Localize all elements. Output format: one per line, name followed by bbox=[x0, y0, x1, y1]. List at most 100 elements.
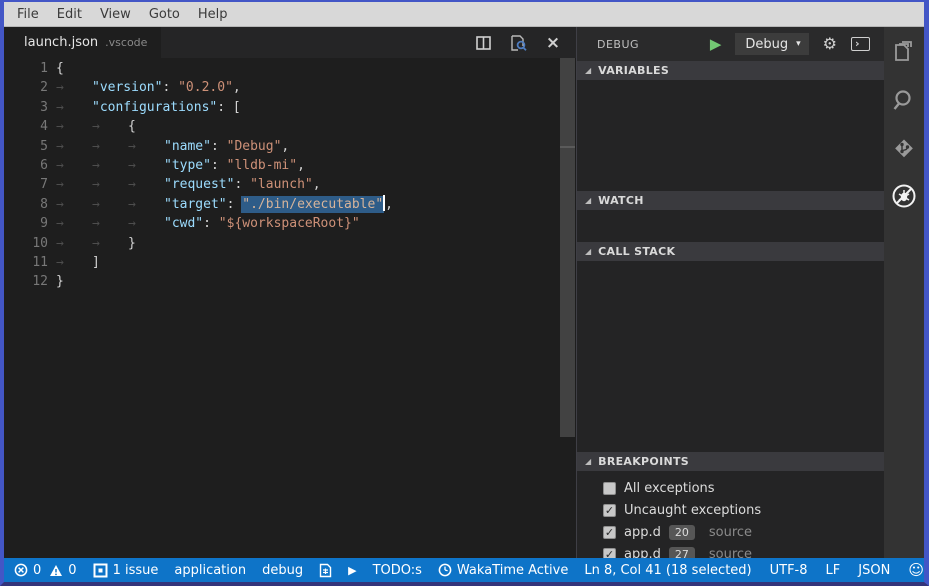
line-number: 3 bbox=[4, 98, 48, 117]
code-line[interactable]: 9→→→"cwd": "${workspaceRoot}" bbox=[4, 214, 576, 233]
selected-text: "./bin/executable" bbox=[242, 197, 383, 212]
breakpoint-label: Uncaught exceptions bbox=[624, 503, 761, 518]
error-count: 0 bbox=[33, 563, 41, 578]
debug-sidebar: DEBUG ▶ Debug ▾ ⚙ › ◢ VARIABLES ◢ WATCH bbox=[576, 27, 884, 558]
section-callstack[interactable]: ◢ CALL STACK bbox=[577, 242, 884, 261]
tab-launch-json[interactable]: launch.json .vscode bbox=[4, 27, 161, 58]
wakatime-status[interactable]: WakaTime Active bbox=[438, 563, 568, 578]
code-line[interactable]: 10→→} bbox=[4, 234, 576, 253]
breakpoint-row[interactable]: ✓ Uncaught exceptions bbox=[577, 499, 884, 521]
collapse-triangle-icon: ◢ bbox=[585, 197, 591, 205]
issue-icon bbox=[93, 563, 108, 578]
line-number: 2 bbox=[4, 78, 48, 97]
code-line[interactable]: 1{ bbox=[4, 59, 576, 78]
main-area: launch.json .vscode × 1{2→"version": "0.… bbox=[4, 27, 924, 558]
breakpoint-label: All exceptions bbox=[624, 481, 715, 496]
todo-status[interactable]: TODO:s bbox=[373, 563, 422, 578]
debug-config-value: Debug bbox=[745, 37, 788, 52]
line-number: 11 bbox=[4, 253, 48, 272]
menu-item-help[interactable]: Help bbox=[189, 4, 237, 25]
line-badge: 20 bbox=[669, 525, 695, 540]
line-number: 4 bbox=[4, 117, 48, 136]
section-variables[interactable]: ◢ VARIABLES bbox=[577, 61, 884, 80]
breakpoint-label: app.d bbox=[624, 525, 661, 540]
report-file-icon[interactable] bbox=[319, 563, 332, 578]
editor-actions: × bbox=[474, 34, 576, 52]
start-debug-icon[interactable]: ▶ bbox=[710, 37, 722, 52]
section-watch[interactable]: ◢ WATCH bbox=[577, 191, 884, 210]
status-right: Ln 8, Col 41 (18 selected) UTF-8 LF JSON… bbox=[584, 561, 924, 579]
collapse-triangle-icon: ◢ bbox=[585, 458, 591, 466]
breakpoint-detail: source bbox=[709, 525, 752, 540]
gear-icon[interactable]: ⚙ bbox=[823, 36, 837, 52]
collapse-triangle-icon: ◢ bbox=[585, 248, 591, 256]
explorer-files-icon[interactable] bbox=[891, 39, 917, 65]
close-icon[interactable]: × bbox=[544, 34, 562, 52]
callstack-body bbox=[577, 261, 884, 452]
code-line[interactable]: 7→→→"request": "launch", bbox=[4, 175, 576, 194]
run-task-icon[interactable]: ▶ bbox=[348, 564, 356, 577]
watch-body bbox=[577, 210, 884, 242]
eol-status[interactable]: LF bbox=[826, 563, 841, 578]
encoding-status[interactable]: UTF-8 bbox=[770, 563, 808, 578]
open-preview-icon[interactable] bbox=[509, 34, 527, 52]
task-application[interactable]: application bbox=[174, 563, 246, 578]
tab-title: launch.json bbox=[24, 35, 98, 50]
code-lines: 1{2→"version": "0.2.0",3→"configurations… bbox=[4, 59, 576, 292]
chevron-down-icon: ▾ bbox=[796, 39, 801, 49]
problems-indicator[interactable]: 0 0 bbox=[14, 563, 77, 578]
line-number: 8 bbox=[4, 195, 48, 214]
issues-status[interactable]: 1 issue bbox=[93, 563, 159, 578]
editor-group: launch.json .vscode × 1{2→"version": "0.… bbox=[4, 27, 576, 558]
language-mode[interactable]: JSON bbox=[858, 563, 890, 578]
split-editor-icon[interactable] bbox=[474, 34, 492, 52]
feedback-smiley-icon[interactable]: ☺ bbox=[908, 561, 924, 579]
menu-bar: FileEditViewGotoHelp bbox=[4, 2, 924, 27]
menu-item-view[interactable]: View bbox=[91, 4, 140, 25]
clock-icon bbox=[438, 563, 452, 577]
line-number: 1 bbox=[4, 59, 48, 78]
code-line[interactable]: 12} bbox=[4, 272, 576, 291]
warning-count: 0 bbox=[68, 563, 76, 578]
code-line[interactable]: 5→→→"name": "Debug", bbox=[4, 137, 576, 156]
checkbox-checked[interactable]: ✓ bbox=[603, 504, 616, 517]
search-icon[interactable] bbox=[891, 87, 917, 113]
checkbox-unchecked[interactable]: ✓ bbox=[603, 482, 616, 495]
tab-detail: .vscode bbox=[105, 36, 147, 49]
tab-bar: launch.json .vscode × bbox=[4, 27, 576, 58]
section-breakpoints[interactable]: ◢ BREAKPOINTS bbox=[577, 452, 884, 471]
line-number: 9 bbox=[4, 214, 48, 233]
status-bar: 0 0 1 issue application debug ▶ TODO:s bbox=[4, 558, 924, 582]
line-number: 10 bbox=[4, 234, 48, 253]
code-line[interactable]: 2→"version": "0.2.0", bbox=[4, 78, 576, 97]
menu-item-goto[interactable]: Goto bbox=[140, 4, 189, 25]
editor-scrollbar[interactable] bbox=[560, 58, 575, 437]
code-line[interactable]: 3→"configurations": [ bbox=[4, 98, 576, 117]
debug-no-bug-icon[interactable] bbox=[891, 183, 917, 209]
menu-item-file[interactable]: File bbox=[8, 4, 48, 25]
code-line[interactable]: 6→→→"type": "lldb-mi", bbox=[4, 156, 576, 175]
git-icon[interactable] bbox=[891, 135, 917, 161]
code-line[interactable]: 8→→→"target": "./bin/executable", bbox=[4, 195, 576, 214]
menu-item-edit[interactable]: Edit bbox=[48, 4, 91, 25]
line-number: 5 bbox=[4, 137, 48, 156]
breakpoints-list: ✓ All exceptions ✓ Uncaught exceptions ✓ app.… bbox=[577, 471, 884, 565]
collapse-triangle-icon: ◢ bbox=[585, 67, 591, 75]
cursor-position[interactable]: Ln 8, Col 41 (18 selected) bbox=[584, 563, 751, 578]
warning-icon bbox=[49, 564, 63, 577]
line-number: 6 bbox=[4, 156, 48, 175]
code-line[interactable]: 11→] bbox=[4, 253, 576, 272]
breakpoint-row[interactable]: ✓ app.d 20 source bbox=[577, 521, 884, 543]
sidebar-title: DEBUG bbox=[597, 38, 696, 51]
line-number: 7 bbox=[4, 175, 48, 194]
task-debug[interactable]: debug bbox=[262, 563, 303, 578]
debug-config-dropdown[interactable]: Debug ▾ bbox=[735, 33, 808, 55]
debug-console-icon[interactable]: › bbox=[851, 37, 870, 51]
code-line[interactable]: 4→→{ bbox=[4, 117, 576, 136]
line-number: 12 bbox=[4, 272, 48, 291]
activity-bar bbox=[884, 27, 924, 558]
code-editor[interactable]: 1{2→"version": "0.2.0",3→"configurations… bbox=[4, 58, 576, 558]
vscode-window: FileEditViewGotoHelp launch.json .vscode… bbox=[0, 0, 929, 586]
breakpoint-row[interactable]: ✓ All exceptions bbox=[577, 477, 884, 499]
checkbox-checked[interactable]: ✓ bbox=[603, 526, 616, 539]
